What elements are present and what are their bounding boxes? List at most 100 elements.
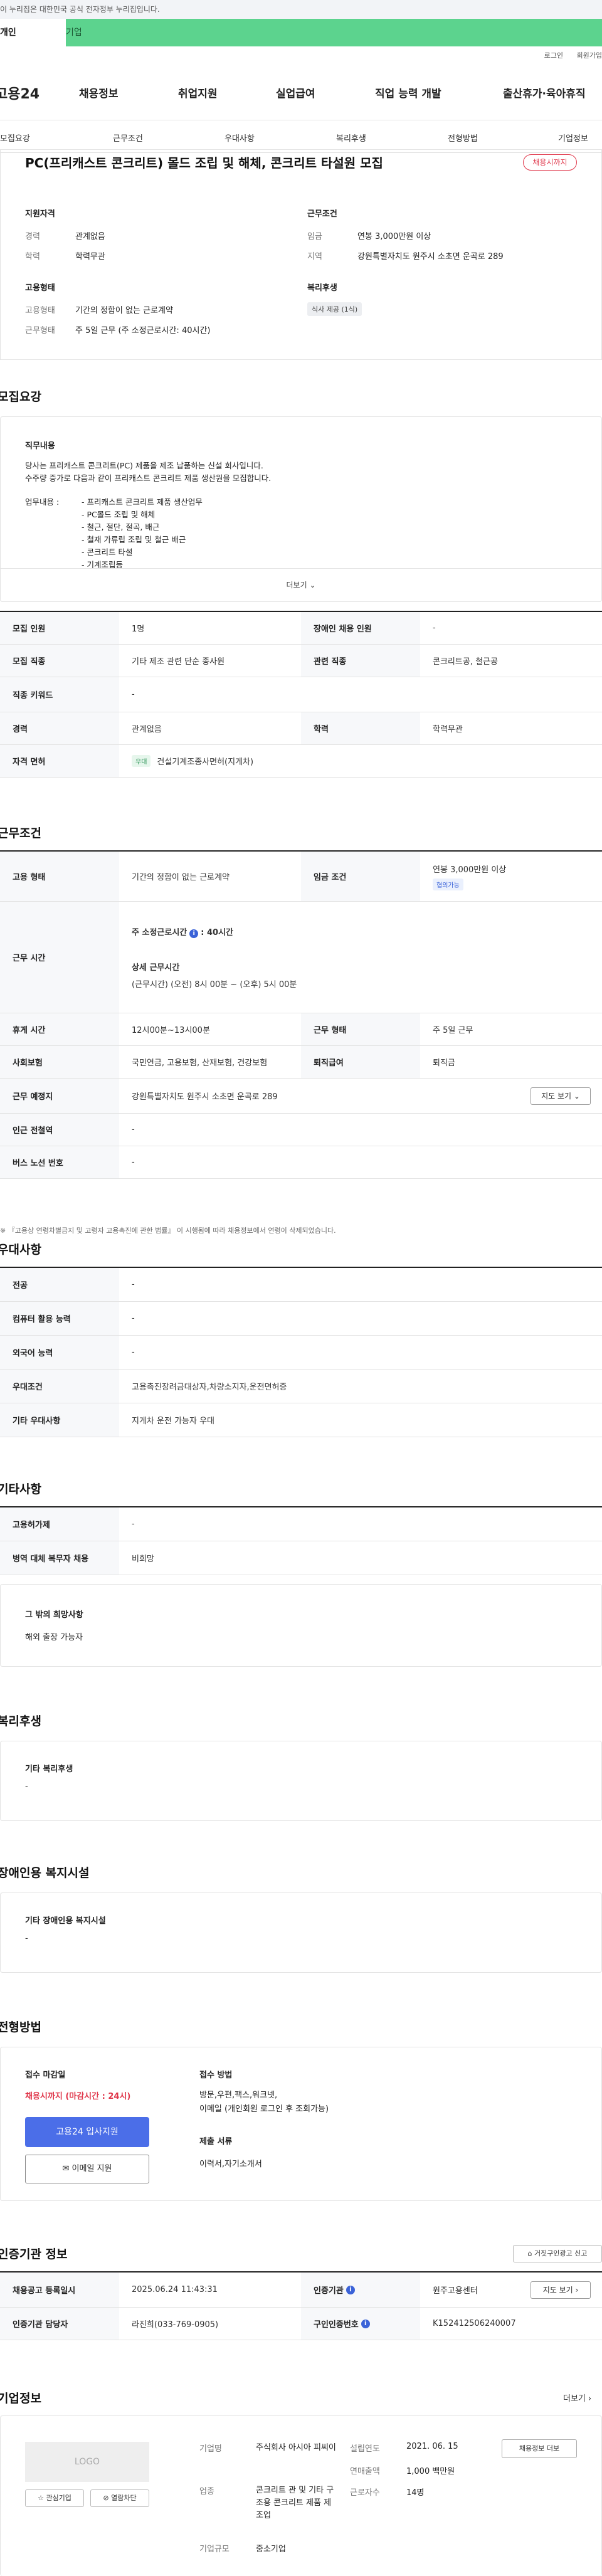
block-company-button[interactable]: ⊘ 열람차단 [90,2489,149,2507]
cell-value: 우대 건설기계조종사면허(지게차) [119,745,602,777]
cell-value: 국민연금, 고용보험, 산재보험, 건강보험 [132,1058,268,1068]
subnav-recruit[interactable]: 모집요강 [0,132,30,144]
cell-value: - [132,1280,135,1289]
cell-value: 1명 [132,625,145,634]
cell-value: K152412506240007 [433,2319,516,2328]
cell-value: 콘크리트공, 철근공 [433,657,498,667]
apply-button[interactable]: 고용24 입사지원 [25,2117,149,2147]
cell-label: 기타 우대사항 [0,1403,119,1437]
subnav-work[interactable]: 근무조건 [113,132,143,144]
cell-value: 라진희(033-769-0905) [132,2320,219,2330]
table-row: 휴게 시간 12시00분~13시00분 근무 형태 주 5일 근무 [0,1013,602,1046]
email-apply-button[interactable]: ✉ 이메일 지원 [25,2155,149,2183]
more-button[interactable]: 더보기 ⌄ [0,568,602,602]
cell-value: 고용촉진장려금대상자,차량소지자,운전면허증 [132,1383,287,1392]
company-logo: LOGO [25,2442,149,2482]
pref-heading: 우대사항 [0,1243,41,1257]
summary-region: 강원특별자치도 원주시 소초면 운곡로 289 [357,252,504,261]
star-icon: ☆ [38,2494,44,2502]
company-name: 주식회사 아시아 피씨이 [256,2443,336,2452]
util-links: 로그인 회원가입 [0,46,602,65]
welfare-card [0,1741,602,1821]
cell-value: - [433,623,436,633]
cell-value: 기간의 정함이 없는 근로계약 [132,873,230,882]
cell-label: 모집 직종 [0,645,119,677]
duty-item: - 콘크리트 타설 [82,547,133,557]
method-title: 접수 방법 [199,2071,233,2080]
selection-heading: 전형방법 [0,2020,41,2034]
disability-value: - [25,1934,28,1943]
cell-label: 모집 인원 [0,612,119,644]
login-link[interactable]: 로그인 [544,51,563,60]
gov-banner-text: 이 누리집은 대한민국 공식 전자정부 누리집입니다. [0,5,160,14]
info-icon[interactable]: i [346,2285,355,2294]
etc-other-value: 해외 출장 가능자 [25,1633,83,1642]
employees-value: 14명 [406,2488,425,2498]
cell-label: 사회보험 [0,1046,119,1078]
company-jobs-button[interactable]: 채용정보 더보 [502,2439,577,2458]
cell-label: 외국어 능력 [0,1336,119,1369]
subnav-selection[interactable]: 전형방법 [448,132,478,144]
map-button-label: 지도 보기 [541,1092,572,1101]
report-button[interactable]: ⌂ 거짓구인광고 신고 [513,2245,602,2262]
cell-label: 병역 대체 복무자 채용 [0,1541,119,1575]
disability-heading: 장애인용 복지시설 [0,1866,90,1880]
info-icon[interactable]: i [189,929,199,938]
tab-company[interactable]: 기업 [66,19,602,46]
tab-personal[interactable]: 개인 [0,19,66,46]
summary-qual-title: 지원자격 [25,209,55,219]
cell-label: 자격 면허 [0,745,119,777]
fav-label: 관심기업 [46,2494,71,2502]
docs-value: 이력서,자기소개서 [199,2160,262,2169]
gnb-item-unemployment[interactable]: 실업급여 [276,85,315,100]
gnb-item-parental-leave[interactable]: 출산휴가·육아휴직 [503,85,586,100]
cell-value: - [132,1158,135,1167]
cell-label: 경력 [0,712,119,744]
summary-workform-label: 근무형태 [25,326,55,335]
deadline-title: 접수 마감일 [25,2071,66,2080]
gnb-item-employment-support[interactable]: 취업지원 [178,85,218,100]
cell-label: 직종 키워드 [0,677,119,712]
company-more-link[interactable]: 더보기 › [563,2392,591,2404]
gnb-item-training[interactable]: 직업 능력 개발 [375,85,441,100]
company-heading: 기업정보 [0,2392,41,2405]
cell-value: 학력무관 [433,725,463,734]
method-value-2: 이메일 (개인회원 로그인 후 조회가능) [199,2104,329,2114]
etc-other-card [0,1584,602,1667]
duty-title: 직무내용 [25,441,55,451]
map-button[interactable]: 지도 보기 ⌄ [531,1087,591,1105]
table-row: 외국어 능력 - [0,1336,602,1370]
fav-company-button[interactable]: ☆ 관심기업 [25,2489,84,2507]
subnav-pref[interactable]: 우대사항 [224,132,255,144]
chevron-right-icon: › [575,2286,579,2294]
gnb-item-jobs[interactable]: 채용정보 [79,85,119,100]
cell-label: 컴퓨터 활용 능력 [0,1302,119,1335]
etc-heading: 기타사항 [0,1482,41,1496]
info-icon[interactable]: i [361,2319,370,2328]
disability-card [0,1892,602,1973]
subnav-company[interactable]: 기업정보 [558,132,588,144]
recruit-table: 모집 인원 1명 장애인 채용 인원 - 모집 직종 기타 제조 관련 단순 종… [0,611,602,778]
hours-week-value: : 40시간 [201,927,233,937]
table-row: 컴퓨터 활용 능력 - [0,1302,602,1336]
cert-id-label: 구인인증번호 [314,2320,359,2330]
join-link[interactable]: 회원가입 [577,51,602,60]
hours-detail: (근무시간) (오전) 8시 00분 ~ (오후) 5시 00분 [132,979,297,990]
chevron-down-icon: ⌄ [573,1092,580,1101]
cell-value: 연봉 3,000만원 이상 협의가능 [420,852,602,901]
company-size-label: 기업규모 [199,2545,230,2554]
agency-map-button[interactable]: 지도 보기 › [531,2281,591,2299]
site-logo[interactable]: 고용24 [0,83,40,103]
method-value: 방문,우편,팩스,워크넷, [199,2091,278,2100]
subnav-welfare[interactable]: 복리후생 [336,132,366,144]
cert-table: 채용공고 등록일시 2025.06.24 11:43:31 인증기관 i 원주고용… [0,2271,602,2340]
wage-tag: 협의가능 [433,878,463,890]
docs-title: 제출 서류 [199,2137,233,2146]
summary-emptype: 기간의 정함이 없는 근로계약 [75,306,173,315]
summary-edu: 학력무관 [75,252,105,261]
table-row: 전공 - [0,1268,602,1302]
summary-region-label: 지역 [307,252,322,261]
block-icon: ⊘ [103,2494,109,2502]
summary-wage-label: 임금 [307,232,322,241]
cell-value: 관계없음 [132,725,162,734]
